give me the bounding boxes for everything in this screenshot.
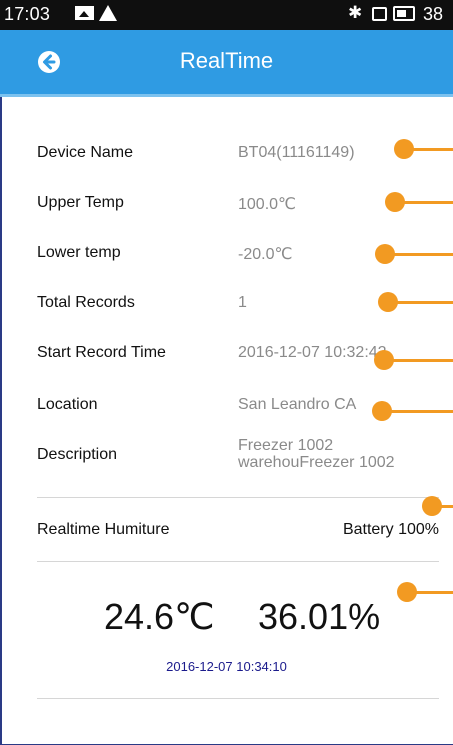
realtime-humiture-label: Realtime Humiture bbox=[37, 521, 170, 538]
annotation-marker bbox=[374, 350, 453, 370]
total-records-value: 1 bbox=[238, 294, 247, 311]
description-line-2: warehouFreezer 1002 bbox=[238, 454, 395, 471]
status-bar: 17:03 ✱ 38 bbox=[0, 0, 453, 30]
battery-level-text: 38 bbox=[423, 4, 444, 24]
device-name-label: Device Name bbox=[37, 144, 134, 161]
annotation-dot bbox=[375, 244, 395, 264]
annotation-dot bbox=[394, 139, 414, 159]
description-value: Freezer 1002 warehouFreezer 1002 bbox=[238, 437, 428, 471]
annotation-marker bbox=[422, 496, 453, 516]
divider bbox=[37, 698, 439, 699]
battery-icon bbox=[393, 6, 415, 21]
start-record-time-value: 2016-12-07 10:32:42 bbox=[238, 344, 387, 361]
annotation-marker bbox=[397, 582, 453, 602]
humidity-reading: 36.01% bbox=[258, 596, 381, 637]
annotation-marker bbox=[372, 401, 453, 421]
warning-icon bbox=[99, 5, 117, 21]
lower-temp-label: Lower temp bbox=[37, 244, 121, 261]
total-records-label: Total Records bbox=[37, 294, 135, 311]
annotation-dot bbox=[422, 496, 442, 516]
battery-status: Battery 100% bbox=[342, 521, 439, 538]
description-line-1: Freezer 1002 bbox=[238, 437, 334, 454]
reading-timestamp: 2016-12-07 10:34:10 bbox=[166, 659, 287, 674]
divider bbox=[37, 497, 439, 498]
annotation-dot bbox=[385, 192, 405, 212]
annotation-marker bbox=[375, 244, 453, 264]
page-title: RealTime bbox=[179, 48, 274, 73]
location-label: Location bbox=[37, 396, 98, 413]
screen-icon bbox=[372, 7, 387, 21]
annotation-marker bbox=[385, 192, 453, 212]
frame-border-left bbox=[0, 0, 2, 745]
start-record-time-label: Start Record Time bbox=[37, 344, 166, 361]
device-name-value: BT04(11161149) bbox=[238, 144, 355, 161]
lower-temp-value: -20.0℃ bbox=[238, 246, 293, 263]
divider bbox=[37, 561, 439, 562]
annotation-dot bbox=[372, 401, 392, 421]
temperature-reading: 24.6℃ bbox=[104, 596, 215, 637]
annotation-dot bbox=[378, 292, 398, 312]
status-time: 17:03 bbox=[4, 4, 51, 24]
annotation-marker bbox=[378, 292, 453, 312]
annotation-dot bbox=[397, 582, 417, 602]
location-value: San Leandro CA bbox=[238, 396, 357, 413]
upper-temp-label: Upper Temp bbox=[37, 194, 124, 211]
image-notification-icon bbox=[75, 6, 94, 20]
bluetooth-icon: ✱ bbox=[348, 3, 363, 22]
upper-temp-value: 100.0℃ bbox=[238, 196, 297, 213]
annotation-dot bbox=[374, 350, 394, 370]
app-bar: RealTime bbox=[0, 30, 453, 97]
annotation-marker bbox=[394, 139, 453, 159]
app-bar-shadow bbox=[0, 94, 453, 97]
description-label: Description bbox=[37, 446, 118, 463]
